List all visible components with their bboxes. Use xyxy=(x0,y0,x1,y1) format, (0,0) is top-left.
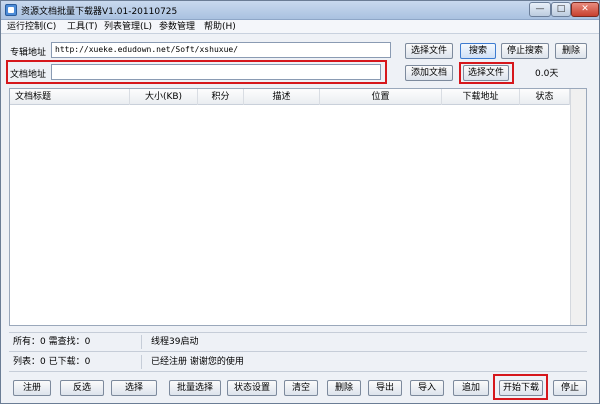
doc-address-input[interactable] xyxy=(51,64,381,80)
app-window: 资源文档批量下载器V1.01-20110725 — □ ✕ 运行控制(C) 工具… xyxy=(0,0,600,404)
menu-bar: 运行控制(C) 工具(T) 列表管理(L) 参数管理 帮助(H) xyxy=(1,20,599,34)
document-table[interactable]: 文档标题 大小(KB) 积分 描述 位置 下载地址 状态 xyxy=(9,88,587,326)
table-header: 文档标题 大小(KB) 积分 描述 位置 下载地址 状态 xyxy=(10,89,570,105)
menu-help[interactable]: 帮助(H) xyxy=(204,21,236,33)
status-divider xyxy=(141,335,142,349)
maximize-button[interactable]: □ xyxy=(551,2,571,17)
menu-tools[interactable]: 工具(T) xyxy=(67,21,98,33)
album-address-label: 专辑地址 xyxy=(10,48,47,58)
window-title: 资源文档批量下载器V1.01-20110725 xyxy=(21,7,178,17)
column-header-points[interactable]: 积分 xyxy=(198,89,244,105)
close-button[interactable]: ✕ xyxy=(571,2,599,17)
status-settings-button[interactable]: 状态设置 xyxy=(227,380,277,396)
column-header-download-url[interactable]: 下载地址 xyxy=(442,89,520,105)
doc-select-file-button[interactable]: 选择文件 xyxy=(463,65,509,81)
album-select-file-button[interactable]: 选择文件 xyxy=(405,43,453,59)
delete-button[interactable]: 删除 xyxy=(327,380,361,396)
stop-search-button[interactable]: 停止搜索 xyxy=(501,43,549,59)
column-header-size[interactable]: 大小(KB) xyxy=(130,89,198,105)
select-button[interactable]: 选择 xyxy=(111,380,157,396)
minimize-button[interactable]: — xyxy=(529,2,551,17)
menu-run-control[interactable]: 运行控制(C) xyxy=(7,21,56,33)
app-icon xyxy=(5,4,17,16)
doc-address-label: 文档地址 xyxy=(10,70,47,80)
register-button[interactable]: 注册 xyxy=(13,380,51,396)
title-bar: 资源文档批量下载器V1.01-20110725 — □ ✕ xyxy=(1,1,599,20)
stop-button[interactable]: 停止 xyxy=(553,380,587,396)
status-separator-bottom xyxy=(9,371,587,372)
batch-select-button[interactable]: 批量选择 xyxy=(169,380,221,396)
search-button[interactable]: 搜索 xyxy=(460,43,496,59)
status-divider xyxy=(141,355,142,369)
menu-list-management[interactable]: 列表管理(L) xyxy=(104,21,152,33)
column-header-status[interactable]: 状态 xyxy=(520,89,570,105)
add-document-button[interactable]: 添加文档 xyxy=(405,65,453,81)
days-readout: 0.0天 xyxy=(535,69,559,79)
column-header-description[interactable]: 描述 xyxy=(244,89,320,105)
status-thread: 线程39启动 xyxy=(151,337,199,347)
album-address-input[interactable]: http://xueke.edudown.net/Soft/xshuxue/ xyxy=(51,42,391,58)
status-separator-middle xyxy=(9,351,587,352)
status-list-count: 列表：0 已下载：0 xyxy=(13,357,91,367)
invert-selection-button[interactable]: 反选 xyxy=(60,380,104,396)
append-button[interactable]: 追加 xyxy=(453,380,489,396)
status-registered: 已经注册 谢谢您的使用 xyxy=(151,357,244,367)
album-delete-button[interactable]: 删除 xyxy=(555,43,587,59)
table-vertical-scrollbar[interactable] xyxy=(570,89,586,325)
column-header-title[interactable]: 文档标题 xyxy=(10,89,130,105)
clear-button[interactable]: 清空 xyxy=(284,380,318,396)
export-button[interactable]: 导出 xyxy=(368,380,402,396)
column-header-location[interactable]: 位置 xyxy=(320,89,442,105)
status-all-count: 所有：0 需查找：0 xyxy=(13,337,91,347)
menu-parameter-management[interactable]: 参数管理 xyxy=(159,21,195,33)
import-button[interactable]: 导入 xyxy=(410,380,444,396)
start-download-button[interactable]: 开始下载 xyxy=(499,380,543,396)
status-separator-top xyxy=(9,332,587,333)
